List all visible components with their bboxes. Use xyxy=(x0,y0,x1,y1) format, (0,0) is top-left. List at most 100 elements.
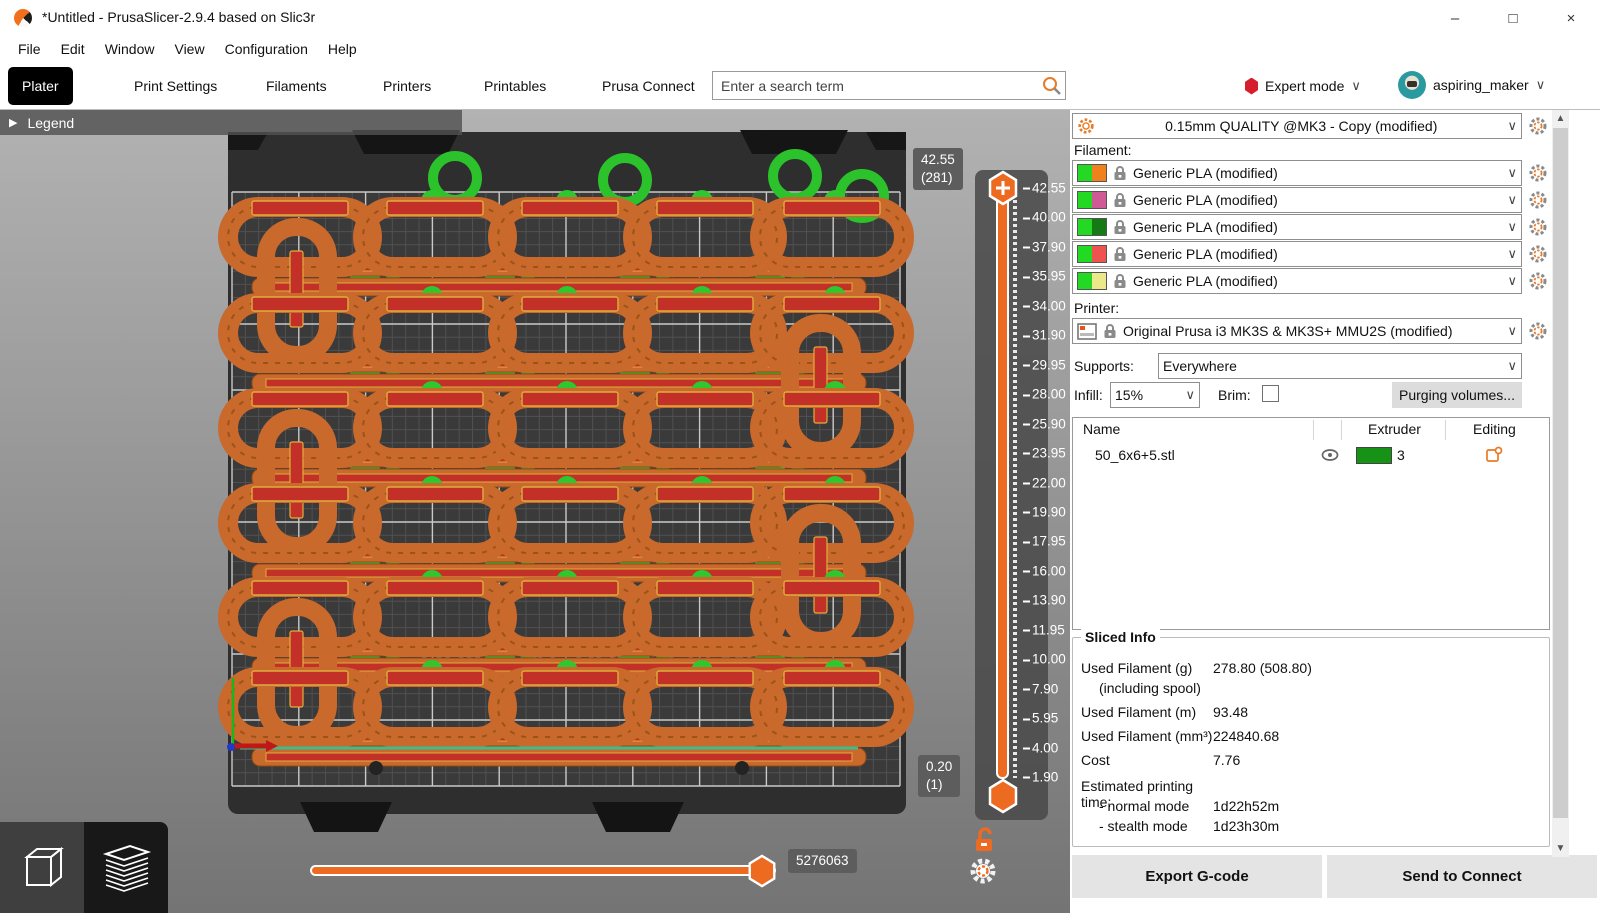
col-extruder: Extruder xyxy=(1368,421,1421,437)
account-menu[interactable]: aspiring_maker ∨ xyxy=(1398,69,1545,101)
search-icon[interactable] xyxy=(1039,74,1065,98)
close-button[interactable]: × xyxy=(1542,0,1600,36)
menu-item-edit[interactable]: Edit xyxy=(51,36,95,62)
infill-combo[interactable]: 15% ∨ xyxy=(1110,382,1200,408)
layer-tick-label: 16.00 xyxy=(1023,563,1069,578)
filament-combo-4[interactable]: Generic PLA (modified)∨ xyxy=(1072,241,1522,267)
filament-name: Generic PLA (modified) xyxy=(1133,192,1501,208)
brim-label: Brim: xyxy=(1218,387,1251,403)
filament-name: Generic PLA (modified) xyxy=(1133,165,1501,181)
account-label: aspiring_maker xyxy=(1433,77,1529,93)
tab-prusa-connect[interactable]: Prusa Connect xyxy=(588,67,709,105)
slider-settings-gear-icon[interactable] xyxy=(968,856,998,886)
editor-view-button[interactable] xyxy=(0,822,84,913)
extruder-number: 3 xyxy=(1397,447,1405,463)
layer-slider-bottom-handle[interactable] xyxy=(987,778,1019,814)
layer-tick-label: 19.90 xyxy=(1023,504,1069,519)
printer-icon xyxy=(1077,323,1097,340)
menu-item-help[interactable]: Help xyxy=(318,36,367,62)
search-box[interactable] xyxy=(712,71,1066,100)
menu-item-file[interactable]: File xyxy=(8,36,51,62)
menu-item-configuration[interactable]: Configuration xyxy=(215,36,318,62)
filament-name: Generic PLA (modified) xyxy=(1133,246,1501,262)
tab-printers[interactable]: Printers xyxy=(369,67,445,105)
filament-edit-gear-5[interactable] xyxy=(1528,271,1548,291)
unlock-icon[interactable] xyxy=(971,826,997,854)
expert-mode-icon xyxy=(1245,78,1258,95)
chevron-down-icon: ∨ xyxy=(1507,273,1517,289)
filament-combo-5[interactable]: Generic PLA (modified)∨ xyxy=(1072,268,1522,294)
object-row[interactable]: 50_6x6+5.stl 3 xyxy=(1073,444,1549,468)
sliced-info-row: - stealth mode1d23h30m xyxy=(1081,818,1541,834)
move-slider-track[interactable] xyxy=(310,865,776,876)
print-settings-combo[interactable]: 0.15mm QUALITY @MK3 - Copy (modified) ∨ xyxy=(1072,113,1522,139)
filament-section-label: Filament: xyxy=(1074,142,1132,158)
supports-combo[interactable]: Everywhere ∨ xyxy=(1158,353,1522,379)
infill-value: 15% xyxy=(1115,387,1179,403)
lock-icon xyxy=(1113,192,1127,208)
mode-selector[interactable]: Expert mode ∨ xyxy=(1245,71,1361,101)
scrollbar-thumb[interactable] xyxy=(1553,128,1568,818)
tab-print-settings[interactable]: Print Settings xyxy=(120,67,231,105)
filament-edit-gear-3[interactable] xyxy=(1528,217,1548,237)
mode-label: Expert mode xyxy=(1265,78,1344,94)
filament-combo-1[interactable]: Generic PLA (modified)∨ xyxy=(1072,160,1522,186)
sliced-info-title: Sliced Info xyxy=(1081,629,1160,645)
printer-combo[interactable]: Original Prusa i3 MK3S & MK3S+ MMU2S (mo… xyxy=(1072,318,1522,344)
move-slider-handle[interactable] xyxy=(746,854,778,888)
legend-bar[interactable]: ▶ Legend xyxy=(0,110,462,135)
send-to-connect-button[interactable]: Send to Connect xyxy=(1327,855,1597,898)
tab-filaments[interactable]: Filaments xyxy=(252,67,341,105)
filament-edit-gear-1[interactable] xyxy=(1528,163,1548,183)
menu-item-window[interactable]: Window xyxy=(95,36,165,62)
filament-color-swatch xyxy=(1077,218,1107,236)
layer-tick-label: 25.90 xyxy=(1023,416,1069,431)
lock-icon xyxy=(1113,165,1127,181)
filament-edit-gear-4[interactable] xyxy=(1528,244,1548,264)
object-name: 50_6x6+5.stl xyxy=(1095,447,1175,463)
object-editing-icon[interactable] xyxy=(1485,446,1503,464)
layer-slider-top-handle[interactable] xyxy=(987,170,1019,206)
supports-value: Everywhere xyxy=(1163,358,1501,374)
print-settings-edit-gear[interactable] xyxy=(1528,116,1548,136)
layer-tick-label: 37.90 xyxy=(1023,239,1069,254)
menu-item-view[interactable]: View xyxy=(164,36,214,62)
legend-expand-icon[interactable]: ▶ xyxy=(9,116,17,129)
layer-tick-label: 5.95 xyxy=(1023,711,1069,726)
chevron-down-icon: ∨ xyxy=(1185,387,1195,403)
purging-volumes-button[interactable]: Purging volumes... xyxy=(1392,382,1522,408)
object-list-header: Name Extruder Editing xyxy=(1073,418,1549,442)
layer-slider-track[interactable] xyxy=(996,186,1009,779)
chevron-down-icon: ∨ xyxy=(1507,358,1517,374)
filament-combo-2[interactable]: Generic PLA (modified) ∨ xyxy=(1072,187,1522,213)
lock-icon xyxy=(1113,273,1127,289)
extruder-color-swatch[interactable] xyxy=(1356,447,1392,464)
tab-printables[interactable]: Printables xyxy=(470,67,560,105)
filament-edit-gear-2[interactable] xyxy=(1528,190,1548,210)
search-input[interactable] xyxy=(713,78,1039,94)
visibility-eye-icon[interactable] xyxy=(1321,448,1339,462)
filament-combo-3[interactable]: Generic PLA (modified)∨ xyxy=(1072,214,1522,240)
tab-plater[interactable]: Plater xyxy=(8,67,73,105)
filament-color-swatch xyxy=(1077,164,1107,182)
preview-view-button[interactable] xyxy=(84,822,168,913)
layer-tick-label: 4.00 xyxy=(1023,740,1069,755)
layers-icon xyxy=(96,838,156,898)
export-gcode-button[interactable]: Export G-code xyxy=(1072,855,1322,898)
object-list: Name Extruder Editing 50_6x6+5.stl 3 xyxy=(1072,417,1550,630)
plater-3d-viewport[interactable]: ORIGINAL PRUSA i3 MK3 ▶ Legend 42.5540.0… xyxy=(0,110,1070,913)
col-name: Name xyxy=(1083,421,1120,437)
minimize-button[interactable]: – xyxy=(1426,0,1484,36)
scroll-down-icon[interactable]: ▼ xyxy=(1552,840,1569,857)
printer-edit-gear[interactable] xyxy=(1528,321,1548,341)
legend-label: Legend xyxy=(27,115,74,131)
maximize-button[interactable]: □ xyxy=(1484,0,1542,36)
layer-top-tooltip: 42.55 (281) xyxy=(913,148,963,190)
sidebar-scrollbar[interactable]: ▲ ▼ xyxy=(1552,110,1569,857)
brim-checkbox[interactable] xyxy=(1262,385,1279,402)
scroll-up-icon[interactable]: ▲ xyxy=(1552,110,1569,127)
chevron-down-icon: ∨ xyxy=(1507,192,1517,208)
print-bed-scene: ORIGINAL PRUSA i3 MK3 xyxy=(0,110,1070,913)
layer-tick-label: 1.90 xyxy=(1023,770,1069,785)
lock-icon xyxy=(1103,323,1117,339)
